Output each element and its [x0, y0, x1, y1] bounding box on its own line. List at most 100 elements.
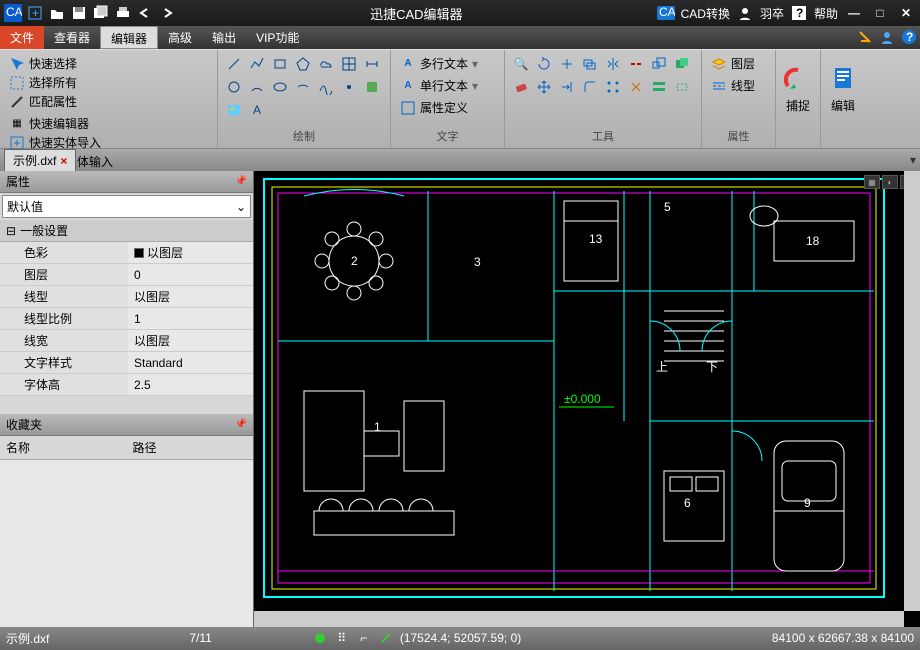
menu-help-icon[interactable]: ? — [898, 26, 920, 48]
property-row[interactable]: 线型比例1 — [0, 308, 253, 330]
select-all-button[interactable]: 选择所有 — [6, 73, 106, 92]
block-icon[interactable] — [362, 77, 382, 97]
circle-icon[interactable] — [224, 77, 244, 97]
quick-editor-button: ▦快速编辑器 — [6, 114, 118, 133]
cad-convert-link[interactable]: CAD转换 — [681, 5, 730, 22]
ribbon-group-properties: 属性 — [708, 126, 769, 144]
grid-icon[interactable]: ⠿ — [334, 630, 350, 646]
svg-text:CAD: CAD — [6, 5, 22, 19]
file-tab[interactable]: 示例.dxf × — [4, 149, 76, 171]
line-icon[interactable] — [224, 54, 244, 74]
user-icon[interactable] — [736, 4, 754, 22]
tab-viewer[interactable]: 查看器 — [44, 26, 100, 49]
property-row[interactable]: 图层0 — [0, 264, 253, 286]
rect-icon[interactable] — [270, 54, 290, 74]
vertical-scrollbar[interactable] — [904, 171, 920, 611]
help-icon[interactable]: ? — [790, 4, 808, 22]
cad-canvas[interactable]: ±0.000 上 下 1 2 3 5 6 9 13 18 ▦ ◐ ✕ Model — [254, 171, 920, 627]
print-icon[interactable] — [114, 4, 132, 22]
horizontal-scrollbar[interactable] — [254, 611, 904, 627]
menu-user-icon[interactable] — [876, 26, 898, 48]
fillet-icon[interactable] — [580, 77, 600, 97]
osnap-icon[interactable] — [378, 630, 394, 646]
maximize-button[interactable]: □ — [870, 3, 890, 23]
svg-text:3: 3 — [474, 255, 481, 269]
image-icon[interactable] — [224, 100, 244, 120]
mirror-icon[interactable] — [603, 54, 623, 74]
snap-icon[interactable] — [312, 630, 328, 646]
property-row[interactable]: 线宽以图层 — [0, 330, 253, 352]
property-row[interactable]: 线型以图层 — [0, 286, 253, 308]
ribbon-group-tools: 工具 — [511, 126, 695, 144]
scale-icon[interactable] — [649, 54, 669, 74]
close-file-icon[interactable]: × — [60, 154, 67, 168]
align-icon[interactable] — [649, 77, 669, 97]
pin-icon[interactable]: 📌 — [235, 176, 247, 187]
capture-button[interactable]: 捕捉 — [778, 54, 818, 124]
single-text-button[interactable]: A单行文本▾ — [397, 76, 498, 95]
move-icon[interactable] — [534, 77, 554, 97]
eraser-icon[interactable] — [511, 77, 531, 97]
save-icon[interactable] — [70, 4, 88, 22]
property-row[interactable]: 字体高2.5 — [0, 374, 253, 396]
pin-icon[interactable]: 📌 — [235, 419, 247, 430]
close-button[interactable]: ✕ — [896, 3, 916, 23]
user-name[interactable]: 羽卒 — [760, 5, 784, 22]
tab-advanced[interactable]: 高级 — [158, 26, 202, 49]
hatch-icon[interactable] — [339, 54, 359, 74]
draw-tools-grid: A — [224, 54, 384, 120]
ortho-icon[interactable]: ⌐ — [356, 630, 372, 646]
general-section[interactable]: ⊟ 一般设置 — [0, 220, 253, 242]
open-icon[interactable] — [48, 4, 66, 22]
redo-icon[interactable] — [158, 4, 176, 22]
cad-badge-icon: CAD — [657, 4, 675, 22]
help-link[interactable]: 帮助 — [814, 5, 838, 22]
edit-button[interactable]: 编辑 — [823, 54, 863, 124]
rotate-icon[interactable] — [534, 54, 554, 74]
svg-text:1: 1 — [374, 420, 381, 434]
match-properties-button[interactable]: 匹配属性 — [6, 92, 106, 111]
undo-icon[interactable] — [136, 4, 154, 22]
extend-icon[interactable] — [557, 77, 577, 97]
save-all-icon[interactable] — [92, 4, 110, 22]
array-icon[interactable] — [603, 77, 623, 97]
view-shade-icon[interactable]: ◐ — [882, 175, 898, 189]
menu-settings-icon[interactable] — [854, 26, 876, 48]
property-row[interactable]: 色彩以图层 — [0, 242, 253, 264]
arc-icon[interactable] — [247, 77, 267, 97]
stretch-icon[interactable] — [672, 77, 692, 97]
cloud-icon[interactable] — [316, 54, 336, 74]
ellipse-arc-icon[interactable] — [293, 77, 313, 97]
collapse-icon[interactable]: ⊟ — [6, 224, 16, 238]
polygon-icon[interactable] — [293, 54, 313, 74]
point-icon[interactable] — [339, 77, 359, 97]
offset-icon[interactable] — [580, 54, 600, 74]
break-icon[interactable] — [626, 54, 646, 74]
ellipse-icon[interactable] — [270, 77, 290, 97]
default-dropdown[interactable]: 默认值⌄ — [2, 195, 251, 218]
dimension-icon[interactable] — [362, 54, 382, 74]
linetype-button[interactable]: 线型 — [708, 76, 769, 95]
tab-file[interactable]: 文件 — [0, 26, 44, 49]
copy-tool-icon[interactable] — [672, 54, 692, 74]
zoom-icon[interactable]: 🔍 — [511, 54, 531, 74]
multi-text-button[interactable]: A多行文本▾ — [397, 54, 498, 73]
polyline-icon[interactable] — [247, 54, 267, 74]
minimize-button[interactable]: — — [844, 3, 864, 23]
explode-icon[interactable] — [626, 77, 646, 97]
property-row[interactable]: 文字样式Standard — [0, 352, 253, 374]
new-icon[interactable]: + — [26, 4, 44, 22]
tab-output[interactable]: 输出 — [202, 26, 246, 49]
tab-editor[interactable]: 编辑器 — [100, 26, 158, 49]
attr-def-button[interactable]: 属性定义 — [397, 98, 498, 117]
layer-button[interactable]: 图层 — [708, 54, 769, 73]
tab-vip[interactable]: VIP功能 — [246, 26, 309, 49]
spline-icon[interactable] — [316, 77, 336, 97]
view-wireframe-icon[interactable]: ▦ — [864, 175, 880, 189]
svg-text:5: 5 — [664, 200, 671, 214]
trim-icon[interactable] — [557, 54, 577, 74]
svg-text:18: 18 — [806, 234, 820, 248]
text-tool-icon[interactable]: A — [247, 100, 267, 120]
quick-select-button[interactable]: 快速选择 — [6, 54, 106, 73]
tab-bar-dropdown-icon[interactable]: ▾ — [910, 153, 916, 167]
